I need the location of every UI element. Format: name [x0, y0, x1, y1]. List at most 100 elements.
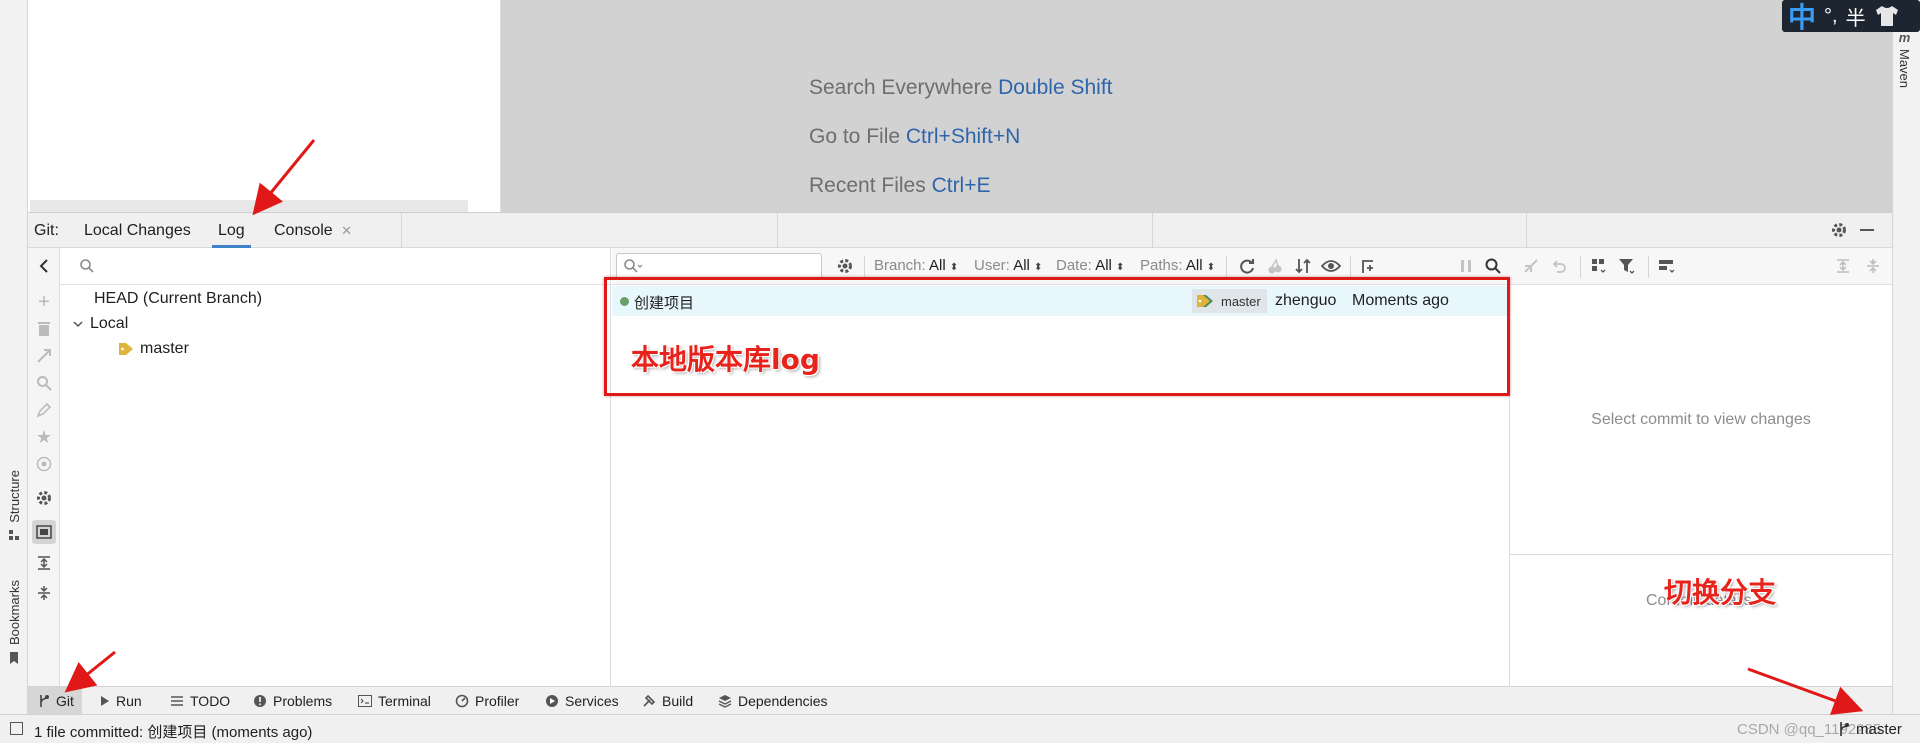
structure-label: Structure: [6, 470, 22, 523]
tool-tab-services[interactable]: Services: [545, 687, 619, 714]
branch-master[interactable]: master: [118, 340, 189, 358]
tool-tab-run[interactable]: Run: [100, 687, 142, 714]
group-by-icon[interactable]: [1588, 255, 1610, 277]
branch-group-label: Local: [90, 315, 129, 332]
merge-icon[interactable]: [32, 344, 56, 368]
divider: [1580, 256, 1581, 278]
delete-icon[interactable]: [32, 317, 56, 341]
bookmark-icon: [8, 651, 20, 665]
hint-go-to-file: Go to File Ctrl+Shift+N: [809, 125, 1020, 149]
collapse-all-icon[interactable]: [32, 581, 56, 605]
date-filter[interactable]: Date: All ⬍: [1056, 257, 1124, 274]
tool-tab-label: TODO: [190, 692, 231, 709]
branch-head[interactable]: HEAD (Current Branch): [94, 290, 262, 308]
tab-log[interactable]: Log: [212, 213, 251, 248]
branch-widget[interactable]: master: [1856, 721, 1902, 738]
layout-icon[interactable]: [1656, 255, 1678, 277]
project-pane: [28, 0, 501, 212]
tool-tab-problems[interactable]: Problems: [253, 687, 332, 714]
tool-tab-todo[interactable]: TODO: [170, 687, 230, 714]
empty-changes-text: Select commit to view changes: [1591, 410, 1811, 428]
horizontal-scrollbar[interactable]: [30, 200, 468, 212]
annotation-log-label: 本地版本库log: [631, 343, 820, 376]
status-message: 1 file committed: 创建项目 (moments ago): [34, 724, 313, 741]
branch-filter[interactable]: Branch: All ⬍: [874, 257, 958, 274]
hint-recent-files: Recent Files Ctrl+E: [809, 174, 991, 198]
branches-pane: HEAD (Current Branch) Local master: [60, 248, 611, 686]
log-search-input[interactable]: [616, 253, 822, 279]
bookmarks-tab[interactable]: Bookmarks: [2, 580, 26, 665]
editor-empty-area: Search Everywhere Double Shift Go to Fil…: [501, 0, 1892, 212]
tab-console[interactable]: Console ✕: [274, 213, 352, 248]
refresh-icon[interactable]: [1236, 255, 1258, 277]
search-icon[interactable]: [32, 371, 56, 395]
branch-master-label: master: [140, 340, 189, 357]
tool-tab-label: Problems: [273, 692, 333, 709]
search-icon[interactable]: [1482, 255, 1504, 277]
branch-group-local[interactable]: Local: [72, 315, 128, 333]
filter-icon[interactable]: [1616, 255, 1638, 277]
filter-value: All: [1095, 257, 1112, 274]
collapse-all-icon[interactable]: [1862, 255, 1884, 277]
tab-console-label: Console: [274, 222, 333, 239]
tool-tab-terminal[interactable]: Terminal: [358, 687, 431, 714]
list-icon: [170, 695, 184, 707]
chevron-down-icon[interactable]: [72, 318, 84, 330]
user-filter[interactable]: User: All ⬍: [974, 257, 1042, 274]
divider: [777, 213, 778, 248]
edit-icon[interactable]: [32, 398, 56, 422]
branch-head-label: HEAD (Current Branch): [94, 290, 263, 307]
eye-icon[interactable]: [1320, 255, 1342, 277]
expand-all-icon[interactable]: [32, 551, 56, 575]
ime-width: 半: [1845, 7, 1866, 30]
tool-tab-profiler[interactable]: Profiler: [455, 687, 519, 714]
tool-tab-git[interactable]: Git: [28, 687, 82, 714]
branch-search-field[interactable]: [60, 248, 610, 285]
new-tab-icon[interactable]: [1358, 255, 1380, 277]
minimize-icon[interactable]: [1860, 229, 1874, 231]
filter-label: User:: [974, 257, 1010, 274]
maven-tab[interactable]: m Maven: [1897, 30, 1912, 88]
cherry-pick-icon[interactable]: [1520, 255, 1542, 277]
shirt-icon: [1874, 5, 1900, 27]
tool-tab-label: Dependencies: [738, 692, 828, 709]
run-icon: [100, 695, 110, 707]
hint-text: Go to File: [809, 125, 901, 148]
maven-icon: m: [1898, 30, 1911, 45]
gear-icon[interactable]: [1830, 221, 1848, 239]
settings-icon[interactable]: [834, 255, 856, 277]
hint-shortcut: Ctrl+Shift+N: [905, 125, 1021, 148]
tool-tab-dependencies[interactable]: Dependencies: [718, 687, 828, 714]
tab-local-changes[interactable]: Local Changes: [84, 213, 191, 248]
divider: [1350, 256, 1351, 278]
settings-icon[interactable]: [32, 486, 56, 510]
layout-toggle-icon[interactable]: [10, 722, 23, 735]
structure-tab[interactable]: Structure: [2, 470, 26, 541]
close-icon[interactable]: ✕: [341, 223, 352, 238]
sort-icon[interactable]: [1292, 255, 1314, 277]
back-icon[interactable]: [32, 254, 56, 278]
tool-tab-build[interactable]: Build: [642, 687, 693, 714]
git-branch-icon: [38, 694, 50, 708]
filter-label: Branch:: [874, 257, 926, 274]
expand-all-icon[interactable]: [1832, 255, 1854, 277]
pause-icon[interactable]: [1455, 255, 1477, 277]
target-icon[interactable]: [32, 452, 56, 476]
add-icon[interactable]: +: [32, 290, 56, 314]
filter-label: Date:: [1056, 257, 1092, 274]
paths-filter[interactable]: Paths: All ⬍: [1140, 257, 1215, 274]
filter-label: Paths:: [1140, 257, 1183, 274]
problems-icon: [253, 694, 267, 708]
filter-value: All: [929, 257, 946, 274]
ime-mode: 中: [1788, 2, 1817, 33]
revert-icon[interactable]: [1548, 255, 1570, 277]
ime-indicator[interactable]: 中 °, 半: [1782, 0, 1920, 33]
hint-shortcut: Ctrl+E: [931, 174, 991, 197]
divider: [1226, 256, 1227, 278]
star-icon[interactable]: ★: [32, 425, 56, 449]
preview-icon[interactable]: [32, 520, 56, 544]
profiler-icon: [455, 694, 469, 708]
terminal-icon: [358, 694, 372, 707]
tool-tab-label: Git: [56, 692, 74, 709]
cherry-pick-icon[interactable]: [1264, 255, 1286, 277]
